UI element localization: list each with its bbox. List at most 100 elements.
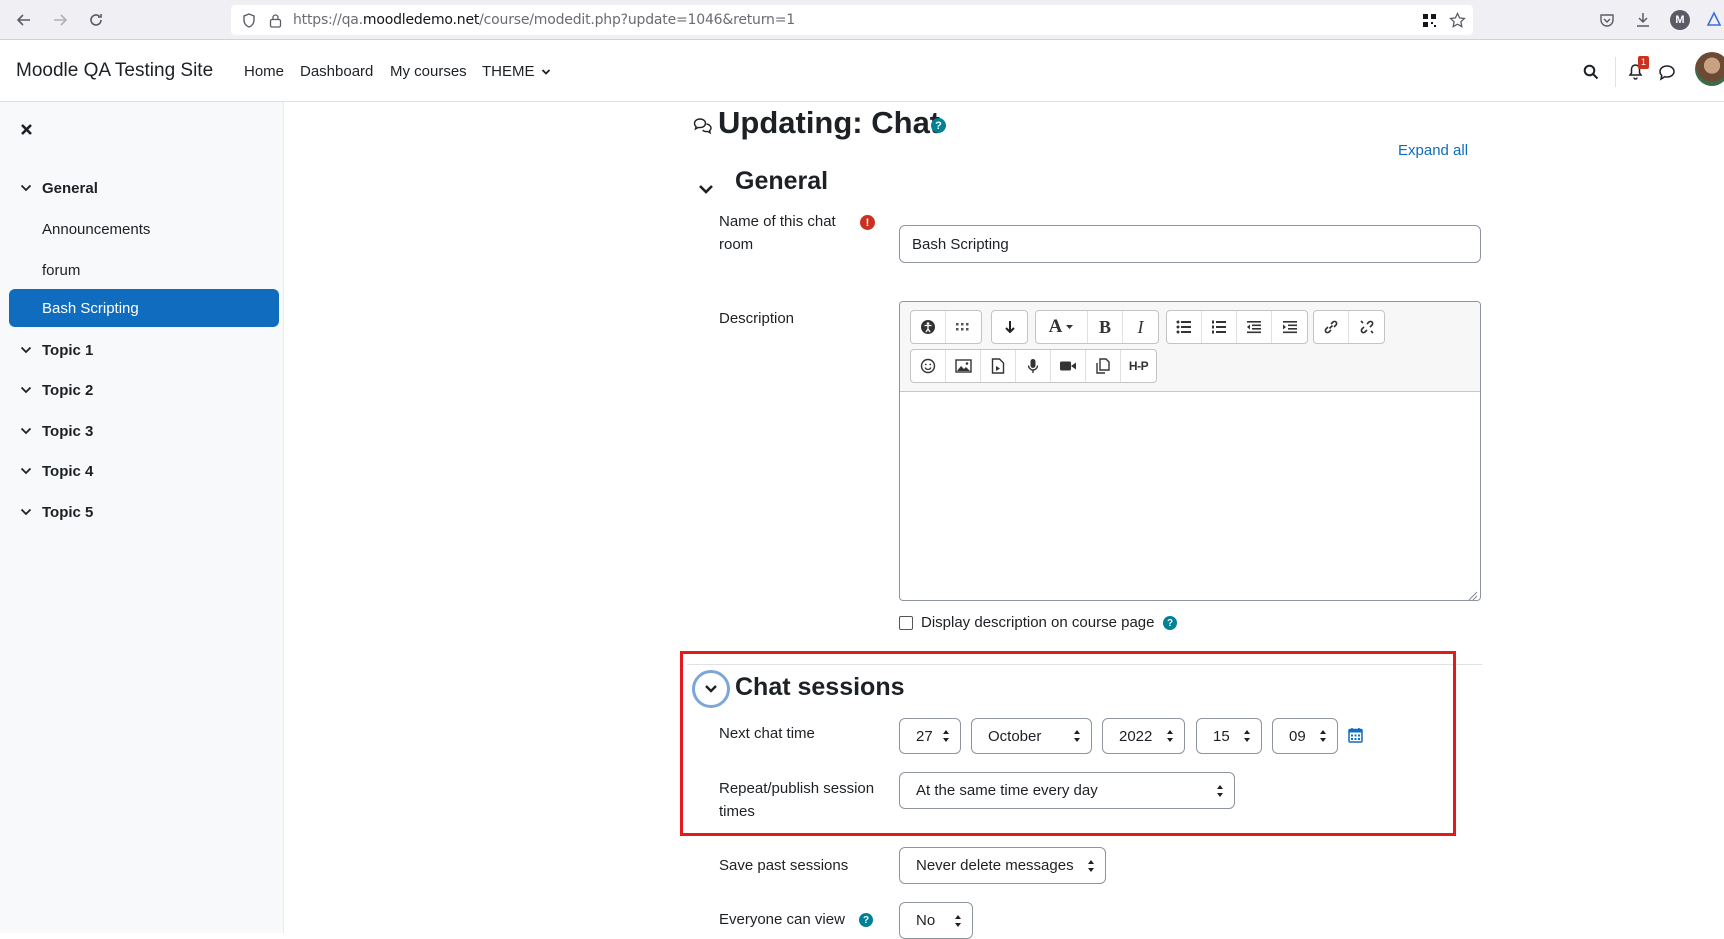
drawer-section-topic-4[interactable]: Topic 4 — [9, 452, 279, 490]
record-video-icon[interactable] — [1051, 350, 1086, 382]
insert-line-break-icon[interactable] — [992, 311, 1027, 343]
nav-dashboard[interactable]: Dashboard — [300, 63, 373, 80]
show-more-buttons-icon[interactable] — [946, 311, 981, 343]
drawer-item-label: Topic 1 — [42, 341, 94, 359]
site-navbar: Moodle QA Testing Site Home Dashboard My… — [0, 41, 1724, 102]
link-icon[interactable] — [1314, 311, 1349, 343]
save-past-sessions-label: Save past sessions — [719, 857, 849, 874]
italic-icon[interactable]: I — [1123, 311, 1158, 343]
qr-code-icon[interactable] — [1421, 12, 1437, 28]
help-icon[interactable]: ? — [859, 913, 873, 927]
reload-icon[interactable] — [83, 8, 109, 32]
drawer-item-label: forum — [42, 261, 81, 279]
drawer-item-label: General — [42, 179, 98, 197]
everyone-can-view-label: Everyone can view — [719, 911, 845, 928]
select-arrow-icon — [1088, 859, 1094, 872]
expand-all-link[interactable]: Expand all — [1398, 142, 1468, 159]
everyone-can-view-select-value: No — [916, 912, 936, 929]
display-description-checkbox[interactable] — [899, 616, 913, 630]
drawer-section-general[interactable]: General — [9, 169, 279, 207]
drawer-section-topic-2[interactable]: Topic 2 — [9, 371, 279, 409]
course-index-drawer: General Announcements forum Bash Scripti… — [0, 102, 284, 933]
resize-handle-icon[interactable] — [1468, 588, 1478, 600]
help-icon[interactable]: ? — [931, 118, 946, 133]
chevron-down-icon[interactable] — [20, 426, 32, 436]
bold-icon[interactable]: B — [1088, 311, 1123, 343]
collapse-general-chevron-icon[interactable] — [695, 178, 717, 200]
chevron-down-icon[interactable] — [20, 345, 32, 355]
h5p-icon[interactable]: H-P — [1121, 350, 1156, 382]
display-description-label[interactable]: Display description on course page — [921, 611, 1154, 634]
messages-icon[interactable] — [1656, 61, 1678, 83]
nav-home[interactable]: Home — [244, 63, 284, 80]
drawer-item-label: Topic 2 — [42, 381, 94, 399]
chat-room-name-input[interactable]: Bash Scripting — [899, 225, 1481, 263]
highlight-annotation-box — [680, 651, 1456, 836]
accessibility-checker-icon[interactable] — [911, 311, 946, 343]
drawer-item-label: Announcements — [42, 220, 151, 238]
outdent-icon[interactable] — [1237, 311, 1272, 343]
browser-toolbar: https://qa.moodledemo.net/course/modedit… — [0, 0, 1724, 40]
nav-theme-label: THEME — [482, 63, 535, 80]
chevron-down-icon[interactable] — [20, 466, 32, 476]
forward-icon[interactable] — [47, 8, 73, 32]
manage-files-icon[interactable] — [1086, 350, 1121, 382]
drawer-item-label: Topic 4 — [42, 462, 94, 480]
drawer-item-label: Bash Scripting — [42, 299, 139, 317]
chevron-down-icon[interactable] — [20, 507, 32, 517]
close-drawer-icon[interactable] — [18, 121, 34, 137]
account-avatar-icon[interactable]: M — [1670, 10, 1690, 30]
ordered-list-icon[interactable] — [1202, 311, 1237, 343]
image-icon[interactable] — [946, 350, 981, 382]
drawer-item-announcements[interactable]: Announcements — [9, 210, 279, 248]
media-file-icon[interactable] — [981, 350, 1016, 382]
toolbar-group-undo — [991, 310, 1028, 344]
search-icon[interactable] — [1581, 62, 1601, 82]
toolbar-group-accessibility — [910, 310, 982, 344]
drawer-item-label: Topic 5 — [42, 503, 94, 521]
required-icon: ! — [860, 215, 875, 230]
indent-icon[interactable] — [1272, 311, 1307, 343]
name-field-label: Name of this chat room — [719, 213, 836, 253]
chevron-down-icon[interactable] — [20, 385, 32, 395]
url-text[interactable]: https://qa.moodledemo.net/course/modedit… — [293, 12, 795, 28]
drawer-section-topic-3[interactable]: Topic 3 — [9, 412, 279, 450]
drawer-item-label: Topic 3 — [42, 422, 94, 440]
drawer-item-bash-scripting[interactable]: Bash Scripting — [9, 289, 279, 327]
record-audio-icon[interactable] — [1016, 350, 1051, 382]
save-past-sessions-select-value: Never delete messages — [916, 857, 1074, 874]
description-editor[interactable]: A B I H-P — [899, 301, 1481, 601]
toolbar-group-format: A B I — [1035, 310, 1159, 344]
nav-my-courses[interactable]: My courses — [390, 63, 467, 80]
navbar-divider — [1615, 57, 1616, 87]
shield-icon[interactable] — [241, 12, 257, 28]
lock-icon[interactable] — [267, 12, 283, 28]
paragraph-style-icon[interactable]: A — [1036, 311, 1088, 343]
chevron-down-icon[interactable] — [20, 183, 32, 193]
user-avatar[interactable] — [1695, 52, 1724, 86]
page-title: Updating: Chat — [718, 105, 940, 141]
pocket-icon[interactable] — [1598, 11, 1616, 29]
save-past-sessions-select[interactable]: Never delete messages — [899, 847, 1106, 884]
emoji-icon[interactable] — [911, 350, 946, 382]
notification-count-badge: 1 — [1638, 56, 1649, 69]
everyone-can-view-select[interactable]: No — [899, 902, 973, 939]
help-icon[interactable]: ? — [1163, 616, 1177, 630]
site-name[interactable]: Moodle QA Testing Site — [16, 60, 213, 82]
unlink-icon[interactable] — [1349, 311, 1384, 343]
toolbar-group-lists — [1166, 310, 1308, 344]
chevron-down-icon — [541, 69, 550, 75]
toolbar-group-media: H-P — [910, 349, 1157, 383]
drawer-section-topic-1[interactable]: Topic 1 — [9, 331, 279, 369]
extension-icon[interactable] — [1705, 10, 1723, 28]
drawer-item-forum[interactable]: forum — [9, 251, 279, 289]
bookmark-star-icon[interactable] — [1448, 11, 1466, 29]
toolbar-group-links — [1313, 310, 1385, 344]
unordered-list-icon[interactable] — [1167, 311, 1202, 343]
nav-theme[interactable]: THEME — [482, 63, 551, 80]
select-arrow-icon — [955, 914, 961, 927]
back-icon[interactable] — [11, 8, 37, 32]
download-icon[interactable] — [1634, 11, 1652, 29]
url-bar[interactable]: https://qa.moodledemo.net/course/modedit… — [231, 5, 1473, 35]
drawer-section-topic-5[interactable]: Topic 5 — [9, 493, 279, 531]
